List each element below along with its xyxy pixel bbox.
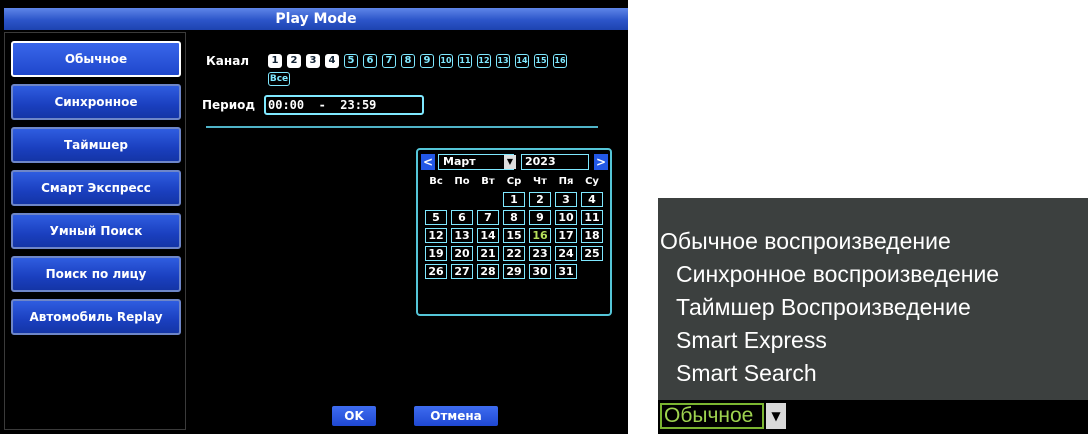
chevron-down-icon[interactable]: ▼	[766, 403, 786, 429]
sidebar-item-vehicle-replay[interactable]: Автомобиль Replay	[11, 299, 181, 335]
calendar-day[interactable]: 27	[451, 264, 473, 279]
dropdown-option-normal[interactable]: Обычное воспроизведение	[660, 228, 951, 255]
calendar-day[interactable]: 16	[529, 228, 551, 243]
channel-12-button[interactable]: 12	[477, 54, 491, 68]
calendar-day[interactable]: 25	[581, 246, 603, 261]
calendar-next-button[interactable]: >	[594, 154, 608, 170]
calendar-month-select[interactable]: Март	[438, 154, 514, 170]
calendar-day[interactable]: 3	[555, 192, 577, 207]
channel-13-button[interactable]: 13	[496, 54, 510, 68]
weekday-label: Су	[585, 176, 599, 187]
calendar-day[interactable]: 29	[503, 264, 525, 279]
calendar-day[interactable]: 4	[581, 192, 603, 207]
dropdown-option-smart-search[interactable]: Smart Search	[676, 360, 817, 387]
window-title: Play Mode	[4, 8, 628, 30]
weekday-label: Вс	[429, 176, 443, 187]
calendar-day[interactable]: 28	[477, 264, 499, 279]
weekday-label: Ср	[506, 176, 522, 187]
sidebar-item-face-search[interactable]: Поиск по лицу	[11, 256, 181, 292]
calendar-day[interactable]: 17	[555, 228, 577, 243]
calendar: < Март ▼ 2023 > Вс По Вт Ср Чт Пя Су 1 2 3 4 5 6 7 8 9 1…	[416, 148, 612, 316]
sidebar-item-smart-search[interactable]: Умный Поиск	[11, 213, 181, 249]
divider	[206, 126, 598, 128]
calendar-day[interactable]: 10	[555, 210, 577, 225]
weekday-label: Чт	[533, 176, 547, 187]
calendar-day[interactable]: 30	[529, 264, 551, 279]
channel-4-button[interactable]: 4	[325, 54, 339, 68]
ok-button[interactable]: OK	[332, 406, 376, 426]
calendar-day[interactable]: 13	[451, 228, 473, 243]
calendar-day[interactable]: 19	[425, 246, 447, 261]
channel-15-button[interactable]: 15	[534, 54, 548, 68]
channel-10-button[interactable]: 10	[439, 54, 453, 68]
channel-7-button[interactable]: 7	[382, 54, 396, 68]
sidebar-item-timeshare[interactable]: Таймшер	[11, 127, 181, 163]
calendar-day[interactable]: 23	[529, 246, 551, 261]
channel-2-button[interactable]: 2	[287, 54, 301, 68]
calendar-day[interactable]: 26	[425, 264, 447, 279]
sidebar: Обычное Синхронное Таймшер Смарт Экспрес…	[4, 32, 186, 430]
channel-1-button[interactable]: 1	[268, 54, 282, 68]
calendar-day[interactable]: 21	[477, 246, 499, 261]
period-end[interactable]: 23:59	[340, 98, 376, 112]
dropdown-option-timeshare[interactable]: Таймшер Воспроизведение	[676, 294, 971, 321]
period-start[interactable]: 00:00	[268, 98, 304, 112]
calendar-day[interactable]: 2	[529, 192, 551, 207]
calendar-day[interactable]: 15	[503, 228, 525, 243]
calendar-day[interactable]: 9	[529, 210, 551, 225]
calendar-prev-button[interactable]: <	[421, 154, 435, 170]
calendar-year-input[interactable]: 2023	[521, 154, 589, 170]
calendar-day[interactable]: 7	[477, 210, 499, 225]
play-mode-window: Play Mode Обычное Синхронное Таймшер Сма…	[0, 0, 628, 434]
sidebar-item-smart-express[interactable]: Смарт Экспресс	[11, 170, 181, 206]
channel-6-button[interactable]: 6	[363, 54, 377, 68]
weekday-label: Пя	[558, 176, 574, 187]
dropdown-option-sync[interactable]: Синхронное воспроизведение	[676, 261, 999, 288]
period-separator: -	[318, 98, 326, 112]
channel-5-button[interactable]: 5	[344, 54, 358, 68]
calendar-day[interactable]: 20	[451, 246, 473, 261]
weekday-label: По	[454, 176, 470, 187]
calendar-day[interactable]: 14	[477, 228, 499, 243]
sidebar-item-normal[interactable]: Обычное	[11, 41, 181, 77]
calendar-day[interactable]: 24	[555, 246, 577, 261]
channel-8-button[interactable]: 8	[401, 54, 415, 68]
channel-label: Канал	[206, 54, 250, 68]
calendar-day[interactable]: 18	[581, 228, 603, 243]
calendar-day[interactable]: 22	[503, 246, 525, 261]
calendar-day[interactable]: 6	[451, 210, 473, 225]
calendar-day[interactable]: 11	[581, 210, 603, 225]
dropdown-selected-value[interactable]: Обычное	[660, 403, 764, 429]
main-panel: Канал Все Период 00:00 - 23:59 < Март ▼ …	[188, 32, 626, 428]
period-label: Период	[202, 98, 256, 112]
channel-3-button[interactable]: 3	[306, 54, 320, 68]
channel-11-button[interactable]: 11	[458, 54, 472, 68]
dropdown-option-smart-express[interactable]: Smart Express	[676, 327, 827, 354]
sidebar-item-sync[interactable]: Синхронное	[11, 84, 181, 120]
channel-14-button[interactable]: 14	[515, 54, 529, 68]
channel-9-button[interactable]: 9	[420, 54, 434, 68]
calendar-day[interactable]: 31	[555, 264, 577, 279]
calendar-day[interactable]: 8	[503, 210, 525, 225]
cancel-button[interactable]: Отмена	[414, 406, 498, 426]
weekday-label: Вт	[481, 176, 495, 187]
playback-mode-dropdown: Обычное воспроизведение Синхронное воспр…	[658, 198, 1088, 434]
period-input[interactable]: 00:00 - 23:59	[264, 95, 424, 115]
calendar-day[interactable]: 5	[425, 210, 447, 225]
channel-16-button[interactable]: 16	[553, 54, 567, 68]
chevron-down-icon[interactable]: ▼	[504, 155, 516, 169]
calendar-day[interactable]: 12	[425, 228, 447, 243]
calendar-day[interactable]: 1	[503, 192, 525, 207]
channel-all-button[interactable]: Все	[268, 72, 290, 86]
